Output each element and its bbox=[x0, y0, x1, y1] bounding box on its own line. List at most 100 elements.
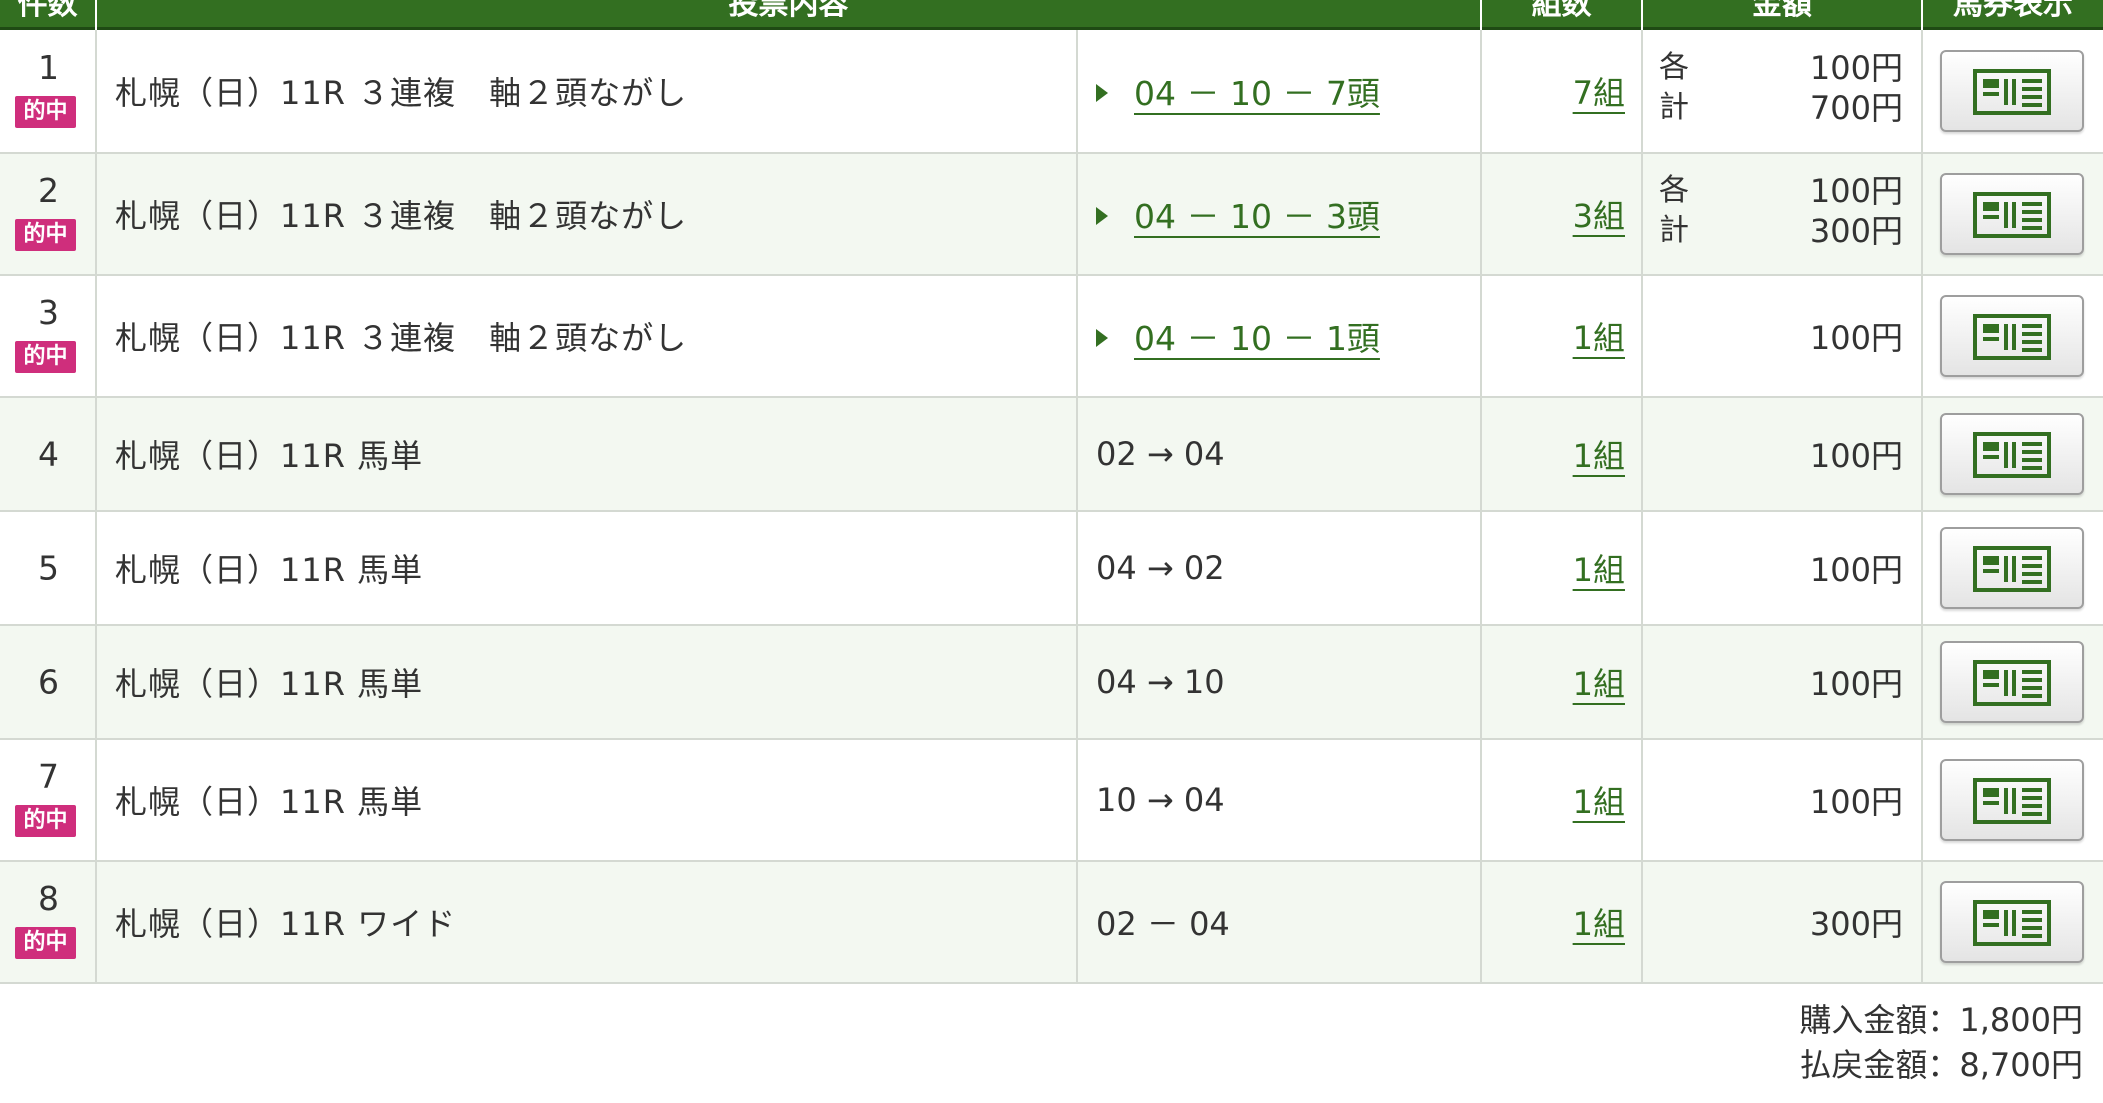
ticket-view-button[interactable] bbox=[1940, 759, 2084, 841]
cell-amount: 100円 bbox=[1643, 626, 1923, 738]
amount-value: 100円 bbox=[1809, 665, 1903, 703]
cell-amount: 各 100円計 300円 bbox=[1643, 154, 1923, 274]
amount-each-label: 各 bbox=[1659, 50, 1689, 85]
cell-selection: 02 － 04 bbox=[1078, 862, 1482, 982]
cell-selection: 04 → 10 bbox=[1078, 626, 1482, 738]
cell-description: 札幌（日）11R ワイド bbox=[97, 862, 1078, 982]
cell-selection: 04 － 10 － 3頭 bbox=[1078, 154, 1482, 274]
expand-triangle-icon bbox=[1096, 83, 1108, 102]
ticket-icon bbox=[1973, 314, 2051, 360]
header-desc: 投票内容 bbox=[97, 0, 1482, 30]
cell-count: 1組 bbox=[1482, 276, 1643, 396]
amount-value: 100円 bbox=[1809, 551, 1903, 589]
ticket-view-button[interactable] bbox=[1940, 881, 2084, 963]
combination-count-link[interactable]: 1組 bbox=[1573, 659, 1625, 705]
cell-amount: 各 100円計 700円 bbox=[1643, 30, 1923, 152]
amount-value: 300円 bbox=[1809, 905, 1903, 943]
cell-number: 5 bbox=[0, 512, 97, 624]
combination-count-link[interactable]: 1組 bbox=[1573, 431, 1625, 477]
cell-count: 1組 bbox=[1482, 398, 1643, 510]
table-row: 7 的中 札幌（日）11R 馬単 10 → 04 1組 100円 bbox=[0, 740, 2103, 862]
cell-number: 7 的中 bbox=[0, 740, 97, 860]
cell-count: 1組 bbox=[1482, 512, 1643, 624]
cell-count: 7組 bbox=[1482, 30, 1643, 152]
cell-number: 4 bbox=[0, 398, 97, 510]
cell-amount: 100円 bbox=[1643, 398, 1923, 510]
table-row: 3 的中 札幌（日）11R ３連複 軸２頭ながし 04 － 10 － 1頭 1組 100円 bbox=[0, 276, 2103, 398]
bet-description: 札幌（日）11R 馬単 bbox=[115, 551, 424, 589]
expand-triangle-icon bbox=[1096, 328, 1108, 347]
amount-each: 各 100円 bbox=[1659, 48, 1903, 88]
ticket-view-button[interactable] bbox=[1940, 413, 2084, 495]
amount-each: 各 100円 bbox=[1659, 171, 1903, 211]
header-amount: 金額 bbox=[1643, 0, 1923, 30]
ticket-icon bbox=[1973, 778, 2051, 824]
ticket-view-button[interactable] bbox=[1940, 641, 2084, 723]
table-row: 4 札幌（日）11R 馬単 02 → 04 1組 100円 bbox=[0, 398, 2103, 512]
cell-ticket bbox=[1923, 626, 2103, 738]
cell-selection: 10 → 04 bbox=[1078, 740, 1482, 860]
amount-each-value: 100円 bbox=[1809, 172, 1903, 210]
cell-number: 3 的中 bbox=[0, 276, 97, 396]
cell-description: 札幌（日）11R 馬単 bbox=[97, 398, 1078, 510]
cell-number: 8 的中 bbox=[0, 862, 97, 982]
bet-description: 札幌（日）11R 馬単 bbox=[115, 783, 424, 821]
cell-ticket bbox=[1923, 154, 2103, 274]
cell-count: 1組 bbox=[1482, 862, 1643, 982]
amount-total: 計 700円 bbox=[1659, 88, 1903, 128]
selection-text[interactable]: 04 － 10 － 7頭 bbox=[1134, 74, 1380, 113]
bet-description: 札幌（日）11R 馬単 bbox=[115, 665, 424, 703]
combination-count-link[interactable]: 1組 bbox=[1573, 313, 1625, 359]
combination-count-link[interactable]: 3組 bbox=[1573, 191, 1625, 237]
cell-selection: 04 → 02 bbox=[1078, 512, 1482, 624]
selection-text: 02 － 04 bbox=[1096, 905, 1230, 943]
ticket-view-button[interactable] bbox=[1940, 527, 2084, 609]
cell-ticket bbox=[1923, 512, 2103, 624]
hit-badge: 的中 bbox=[15, 219, 76, 251]
selection-link[interactable]: 04 － 10 － 1頭 bbox=[1096, 312, 1380, 360]
combination-count-link[interactable]: 1組 bbox=[1573, 545, 1625, 591]
cell-selection: 04 － 10 － 7頭 bbox=[1078, 30, 1482, 152]
amount-total-value: 300円 bbox=[1809, 212, 1903, 250]
selection-text: 10 → 04 bbox=[1096, 781, 1225, 819]
cell-number: 2 的中 bbox=[0, 154, 97, 274]
ticket-view-button[interactable] bbox=[1940, 295, 2084, 377]
ticket-icon bbox=[1973, 69, 2051, 115]
row-number: 1 bbox=[38, 48, 59, 87]
bet-description: 札幌（日）11R ３連複 軸２頭ながし bbox=[115, 319, 688, 357]
purchase-total: 購入金額：1,800円 bbox=[1799, 1001, 2083, 1039]
row-number: 2 bbox=[38, 171, 59, 210]
row-number: 7 bbox=[38, 757, 59, 796]
combination-count-link[interactable]: 1組 bbox=[1573, 899, 1625, 945]
selection-text[interactable]: 04 － 10 － 1頭 bbox=[1134, 319, 1380, 358]
table-row: 5 札幌（日）11R 馬単 04 → 02 1組 100円 bbox=[0, 512, 2103, 626]
cell-ticket bbox=[1923, 398, 2103, 510]
cell-description: 札幌（日）11R ３連複 軸２頭ながし bbox=[97, 154, 1078, 274]
selection-text[interactable]: 04 － 10 － 3頭 bbox=[1134, 197, 1380, 236]
cell-count: 1組 bbox=[1482, 740, 1643, 860]
table-row: 6 札幌（日）11R 馬単 04 → 10 1組 100円 bbox=[0, 626, 2103, 740]
cell-description: 札幌（日）11R 馬単 bbox=[97, 626, 1078, 738]
combination-count-link[interactable]: 1組 bbox=[1573, 777, 1625, 823]
cell-amount: 100円 bbox=[1643, 512, 1923, 624]
ticket-view-button[interactable] bbox=[1940, 50, 2084, 132]
combination-count-link[interactable]: 7組 bbox=[1573, 68, 1625, 114]
ticket-icon bbox=[1973, 900, 2051, 946]
table-row: 8 的中 札幌（日）11R ワイド 02 － 04 1組 300円 bbox=[0, 862, 2103, 984]
ticket-icon bbox=[1973, 192, 2051, 238]
cell-selection: 02 → 04 bbox=[1078, 398, 1482, 510]
ticket-icon bbox=[1973, 546, 2051, 592]
amount-total-label: 計 bbox=[1659, 90, 1689, 125]
ticket-view-button[interactable] bbox=[1940, 173, 2084, 255]
selection-text: 04 → 10 bbox=[1096, 663, 1225, 701]
cell-ticket bbox=[1923, 276, 2103, 396]
expand-triangle-icon bbox=[1096, 206, 1108, 225]
row-number: 8 bbox=[38, 879, 59, 918]
cell-count: 3組 bbox=[1482, 154, 1643, 274]
selection-link[interactable]: 04 － 10 － 3頭 bbox=[1096, 190, 1380, 238]
selection-link[interactable]: 04 － 10 － 7頭 bbox=[1096, 67, 1380, 115]
ticket-icon bbox=[1973, 432, 2051, 478]
table-row: 2 的中 札幌（日）11R ３連複 軸２頭ながし 04 － 10 － 3頭 3組各 100… bbox=[0, 154, 2103, 276]
table-header: 件数 投票内容 組数 金額 馬券表示 bbox=[0, 0, 2103, 30]
cell-ticket bbox=[1923, 740, 2103, 860]
